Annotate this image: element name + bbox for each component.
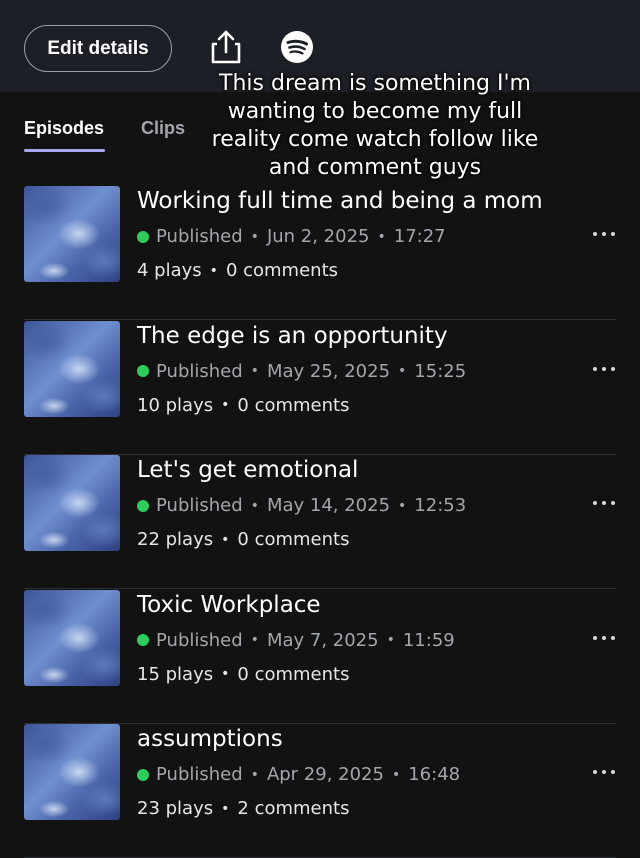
episode-thumbnail[interactable] xyxy=(24,724,120,820)
more-horizontal-icon xyxy=(593,366,615,371)
episode-comments: 0 comments xyxy=(237,394,350,416)
episode-status: Published xyxy=(156,360,243,382)
episode-thumbnail[interactable] xyxy=(24,455,120,551)
episode-thumbnail[interactable] xyxy=(24,186,120,282)
episode-duration: 17:27 xyxy=(393,226,446,247)
published-status-dot xyxy=(137,768,149,781)
episode-duration: 15:25 xyxy=(414,360,467,382)
tab-episodes[interactable]: Episodes xyxy=(24,118,104,139)
episode-plays: 23 plays xyxy=(137,798,214,819)
episode-row[interactable]: Let's get emotional Published • May 14, … xyxy=(0,455,640,589)
episode-title[interactable]: Toxic Workplace xyxy=(137,592,321,618)
episode-stats: 15 plays • 0 comments xyxy=(137,664,349,685)
episode-meta: Published • May 25, 2025 • 15:25 xyxy=(137,361,466,382)
episode-plays: 22 plays xyxy=(137,529,214,550)
more-options-button[interactable] xyxy=(588,491,620,515)
more-horizontal-icon xyxy=(593,635,615,640)
episode-thumbnail[interactable] xyxy=(24,589,120,686)
published-status-dot xyxy=(137,634,149,646)
episode-duration: 16:48 xyxy=(408,764,461,785)
episode-title[interactable]: Working full time and being a mom xyxy=(137,188,543,214)
episode-meta: Published • May 14, 2025 • 12:53 xyxy=(137,495,466,516)
separator-dot: • xyxy=(221,666,230,682)
episode-title[interactable]: The edge is an opportunity xyxy=(137,323,448,349)
published-status-dot xyxy=(137,499,149,512)
separator-dot: • xyxy=(250,632,259,648)
more-horizontal-icon xyxy=(593,232,615,236)
published-status-dot xyxy=(137,230,149,243)
separator-dot: • xyxy=(398,363,407,379)
separator-dot: • xyxy=(250,497,259,514)
episode-date: Apr 29, 2025 xyxy=(266,764,384,785)
more-options-button[interactable] xyxy=(588,626,620,650)
more-options-button[interactable] xyxy=(588,222,620,246)
episode-stats: 10 plays • 0 comments xyxy=(137,395,349,416)
episode-plays: 15 plays xyxy=(137,663,214,685)
episode-status: Published xyxy=(156,629,243,651)
episode-stats: 22 plays • 0 comments xyxy=(137,529,349,550)
episode-duration: 12:53 xyxy=(414,495,467,516)
active-tab-indicator xyxy=(24,149,105,152)
more-options-button[interactable] xyxy=(588,357,620,381)
episode-thumbnail[interactable] xyxy=(24,320,120,417)
episode-row[interactable]: The edge is an opportunity Published • M… xyxy=(0,320,640,455)
episode-plays: 10 plays xyxy=(137,394,214,416)
episode-meta: Published • May 7, 2025 • 11:59 xyxy=(137,630,455,651)
episode-status: Published xyxy=(156,226,243,247)
overlay-caption: This dream is something I'm wanting to b… xyxy=(211,71,539,180)
episode-comments: 0 comments xyxy=(225,260,339,281)
edit-details-button[interactable]: Edit details xyxy=(24,25,172,72)
more-horizontal-icon xyxy=(593,501,615,505)
episode-plays: 4 plays xyxy=(137,260,202,281)
episode-meta: Published • Apr 29, 2025 • 16:48 xyxy=(137,764,460,785)
separator-dot: • xyxy=(221,800,230,817)
separator-dot: • xyxy=(250,228,259,245)
episode-status: Published xyxy=(156,495,243,516)
episode-comments: 0 comments xyxy=(237,663,350,685)
episode-row[interactable]: Working full time and being a mom Publis… xyxy=(0,186,640,320)
spotify-icon[interactable] xyxy=(280,30,314,64)
separator-dot: • xyxy=(391,766,401,783)
episode-title[interactable]: assumptions xyxy=(137,726,283,752)
episode-title[interactable]: Let's get emotional xyxy=(137,457,358,483)
share-icon[interactable] xyxy=(208,28,244,66)
episode-comments: 2 comments xyxy=(237,798,350,819)
episode-date: May 14, 2025 xyxy=(266,495,391,516)
separator-dot: • xyxy=(398,497,407,514)
more-horizontal-icon xyxy=(593,770,615,774)
tab-clips[interactable]: Clips xyxy=(141,118,185,139)
episode-row[interactable]: Toxic Workplace Published • May 7, 2025 … xyxy=(0,589,640,724)
episode-date: May 25, 2025 xyxy=(266,360,391,382)
separator-dot: • xyxy=(377,228,386,245)
separator-dot: • xyxy=(250,766,259,783)
separator-dot: • xyxy=(221,397,230,413)
published-status-dot xyxy=(137,365,149,377)
episode-duration: 11:59 xyxy=(402,629,455,651)
episode-date: Jun 2, 2025 xyxy=(266,226,370,247)
episode-stats: 23 plays • 2 comments xyxy=(137,798,349,819)
episode-comments: 0 comments xyxy=(237,529,350,550)
episode-stats: 4 plays • 0 comments xyxy=(137,260,338,281)
episode-meta: Published • Jun 2, 2025 • 17:27 xyxy=(137,226,446,247)
separator-dot: • xyxy=(209,262,218,279)
separator-dot: • xyxy=(221,531,230,548)
separator-dot: • xyxy=(250,363,259,379)
more-options-button[interactable] xyxy=(588,760,620,784)
episode-status: Published xyxy=(156,764,243,785)
separator-dot: • xyxy=(386,632,395,648)
episode-row[interactable]: assumptions Published • Apr 29, 2025 • 1… xyxy=(0,724,640,858)
episode-date: May 7, 2025 xyxy=(266,629,379,651)
